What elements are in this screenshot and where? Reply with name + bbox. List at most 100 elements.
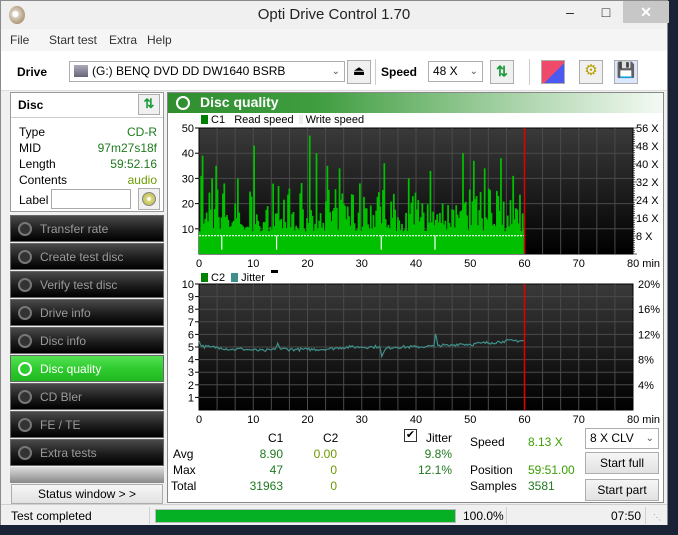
maximize-button[interactable]: □ [591, 1, 621, 23]
stats-max-label: Max [173, 463, 196, 477]
y-tick-label: 3 [188, 367, 194, 379]
divider [149, 507, 150, 524]
x-tick-label: 10 [247, 258, 259, 270]
refresh-icon: ⇅ [143, 96, 155, 111]
cd-icon [142, 192, 156, 206]
stats-jitter-header: Jitter [426, 431, 453, 445]
c2-jitter-chart: 123456789104%8%12%16%20%0 10 20 30 40 50 60 70 8… [182, 279, 660, 424]
disc-icon [18, 250, 32, 264]
erase-button[interactable] [541, 60, 565, 84]
y-tick-label: 5 [188, 342, 194, 354]
menu-file[interactable]: File [10, 33, 29, 47]
nav-item-fe-te[interactable]: FE / TE [10, 411, 164, 438]
stats-avg-c2: 0.00 [313, 447, 337, 461]
speed-select-value: 48 X [433, 64, 458, 78]
resize-grip-icon[interactable]: ⋱ [653, 513, 661, 522]
disc-icon [18, 222, 32, 236]
stats-total-c1: 31963 [249, 479, 283, 493]
disc-refresh-button[interactable]: ⇅ [138, 94, 160, 115]
nav-item-disc-quality[interactable]: Disc quality [10, 355, 164, 382]
check-icon: ✔ [405, 429, 416, 441]
x-tick-label: 80 min [627, 258, 660, 270]
x-tick-label: 60 [518, 414, 530, 424]
divider [506, 507, 507, 524]
nav-item-extra-tests[interactable]: Extra tests [10, 439, 164, 466]
y2-tick-label: 56 X [636, 123, 659, 135]
jitter-checkbox[interactable]: ✔ [404, 429, 417, 442]
y-tick-label: 2 [188, 380, 194, 392]
y-tick-label: 40 [182, 148, 194, 160]
y2-tick-label: 20% [638, 279, 660, 291]
chevron-down-icon: ⌄ [469, 66, 478, 77]
toolbar-divider [375, 59, 376, 85]
y-tick-label: 10 [182, 279, 194, 291]
y-tick-label: 8 [188, 304, 194, 316]
y2-tick-label: 32 X [636, 177, 659, 189]
nav-item-label: Verify test disc [40, 278, 118, 292]
x-tick-label: 70 [573, 414, 585, 424]
nav-item-disc-info[interactable]: Disc info [10, 327, 164, 354]
nav-item-transfer-rate[interactable]: Transfer rate [10, 215, 164, 242]
status-window-button[interactable]: Status window > > [11, 484, 163, 504]
nav-item-cd-bler[interactable]: CD Bler [10, 383, 164, 410]
menu-start-test[interactable]: Start test [49, 33, 97, 47]
save-button[interactable]: 💾 [614, 60, 638, 84]
drive-label: Drive [17, 65, 48, 79]
toolbar: Drive (G:) BENQ DVD DD DW1640 BSRB ⌄ ⏏ S… [1, 51, 667, 91]
position-value: 59:51.00 [528, 463, 575, 477]
y2-tick-label: 24 X [636, 195, 659, 207]
x-tick-label: 60 [518, 258, 530, 270]
start-part-button[interactable]: Start part [585, 479, 659, 501]
refresh-button[interactable]: ⇅ [490, 60, 514, 84]
start-full-button[interactable]: Start full [585, 452, 659, 474]
y2-tick-label: 40 X [636, 159, 659, 171]
nav-item-verify-test-disc[interactable]: Verify test disc [10, 271, 164, 298]
y-tick-label: 50 [182, 123, 194, 135]
x-tick-label: 50 [464, 414, 476, 424]
close-button[interactable]: ✕ [623, 1, 669, 23]
menu-extra[interactable]: Extra [109, 33, 137, 47]
y2-tick-label: 8 X [636, 231, 653, 243]
y-tick-label: 9 [188, 292, 194, 304]
nav-item-create-test-disc[interactable]: Create test disc [10, 243, 164, 270]
disc-quality-panel: Disc quality C1 Read speed Write speed C… [167, 92, 664, 503]
disc-icon [18, 334, 32, 348]
speed-mode-select[interactable]: 8 X CLV ⌄ [585, 428, 659, 449]
disc-label-input[interactable] [51, 189, 131, 209]
speed-label: Speed [381, 65, 418, 79]
speed-value: 8.13 X [528, 435, 563, 449]
speed-select[interactable]: 48 X ⌄ [428, 61, 483, 82]
disc-mid-value: 97m27s18f [97, 141, 157, 155]
x-tick-label: 30 [356, 414, 368, 424]
stats-max-c1: 47 [269, 463, 283, 477]
minimize-button[interactable]: – [555, 1, 585, 23]
eject-button[interactable]: ⏏ [347, 60, 371, 84]
nav-item-drive-info[interactable]: Drive info [10, 299, 164, 326]
nav-spacer [10, 467, 164, 483]
disc-header: Disc [18, 98, 44, 112]
disc-length-value: 59:52.16 [110, 157, 157, 171]
drive-select[interactable]: (G:) BENQ DVD DD DW1640 BSRB ⌄ [69, 61, 345, 82]
nav-item-label: Extra tests [40, 446, 97, 460]
y-tick-label: 4 [188, 355, 194, 367]
disc-label-label: Label [19, 193, 49, 207]
x-tick-label: 80 min [627, 414, 660, 424]
y-tick-label: 30 [182, 173, 194, 185]
x-tick-label: 30 [356, 258, 368, 270]
disc-icon [18, 306, 32, 320]
disc-label-button[interactable] [138, 188, 160, 210]
x-tick-label: 0 [196, 414, 202, 424]
y-tick-label: 6 [188, 329, 194, 341]
panel-header: Disc quality [168, 93, 663, 113]
settings-button[interactable]: ⚙ [579, 60, 603, 84]
chevron-down-icon: ⌄ [331, 66, 340, 77]
disc-icon [18, 278, 32, 292]
status-text: Test completed [11, 509, 92, 523]
y2-tick-label: 4% [638, 380, 654, 392]
menu-help[interactable]: Help [147, 33, 172, 47]
y-tick-label: 10 [182, 224, 194, 236]
samples-value: 3581 [528, 479, 555, 493]
disc-contents-value: audio [127, 173, 157, 187]
save-icon: 💾 [616, 62, 636, 79]
nav-item-label: Transfer rate [40, 222, 109, 236]
